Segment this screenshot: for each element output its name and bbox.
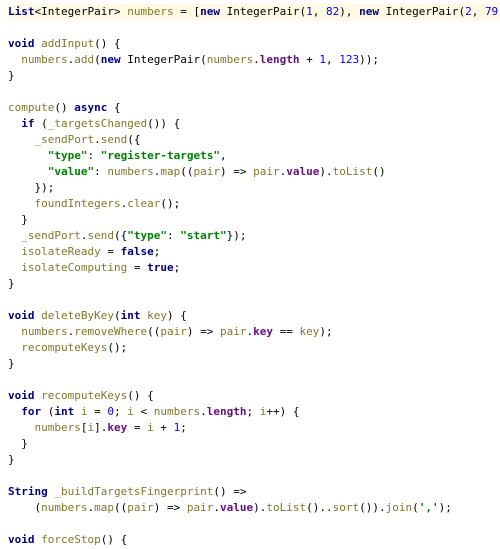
- identifier: i: [81, 405, 88, 418]
- keyword: async: [74, 101, 107, 114]
- identifier: numbers: [41, 501, 87, 514]
- identifier: isolateComputing: [21, 261, 127, 274]
- identifier: i: [147, 421, 154, 434]
- keyword: int: [54, 405, 74, 418]
- number: 2: [465, 5, 472, 18]
- param: pair: [160, 325, 187, 338]
- method: add: [74, 53, 94, 66]
- identifier: _targetsChanged: [48, 117, 147, 130]
- function-name: recomputeKeys: [41, 389, 127, 402]
- property: length: [207, 405, 247, 418]
- identifier: numbers: [35, 421, 81, 434]
- property: value: [220, 501, 253, 514]
- param: pair: [127, 501, 154, 514]
- number: 79: [485, 5, 498, 18]
- method: send: [87, 229, 114, 242]
- type: IntegerPair: [227, 5, 300, 18]
- keyword: String: [8, 485, 48, 498]
- keyword: void: [8, 37, 35, 50]
- type: IntegerPair: [41, 5, 114, 18]
- number: 1: [306, 5, 313, 18]
- identifier: i: [260, 405, 267, 418]
- identifier: numbers: [21, 53, 67, 66]
- keyword: new: [101, 53, 121, 66]
- method: join: [386, 501, 413, 514]
- string: "register-targets": [101, 149, 220, 162]
- keyword: for: [21, 405, 41, 418]
- param: key: [147, 309, 167, 322]
- number: 1: [174, 421, 181, 434]
- property: value: [286, 165, 319, 178]
- number: 0: [107, 405, 114, 418]
- code-editor[interactable]: List<IntegerPair> numbers = [new Integer…: [0, 0, 500, 549]
- method: send: [101, 133, 128, 146]
- identifier: i: [87, 421, 94, 434]
- string: "type": [48, 149, 88, 162]
- property: key: [253, 325, 273, 338]
- keyword: void: [8, 309, 35, 322]
- identifier: i: [127, 405, 134, 418]
- param: key: [299, 325, 319, 338]
- param: pair: [187, 501, 214, 514]
- keyword: new: [200, 5, 220, 18]
- identifier: _sendPort: [21, 229, 81, 242]
- property: key: [107, 421, 127, 434]
- keyword: false: [121, 245, 154, 258]
- string: "value": [48, 165, 94, 178]
- function-name: addInput: [41, 37, 94, 50]
- function-name: deleteByKey: [41, 309, 114, 322]
- keyword: true: [147, 261, 174, 274]
- identifier: _sendPort: [35, 133, 95, 146]
- string: "start": [180, 229, 226, 242]
- method: toList: [266, 501, 306, 514]
- number: 123: [339, 53, 359, 66]
- identifier: numbers: [154, 405, 200, 418]
- method: removeWhere: [74, 325, 147, 338]
- keyword: if: [21, 117, 34, 130]
- number: 82: [326, 5, 339, 18]
- identifier: numbers: [207, 53, 253, 66]
- string: "type": [127, 229, 167, 242]
- identifier: isolateReady: [21, 245, 100, 258]
- function-name: compute: [8, 101, 54, 114]
- function-name: forceStop: [41, 533, 101, 546]
- keyword: int: [121, 309, 141, 322]
- type: IntegerPair: [127, 53, 200, 66]
- param: pair: [220, 325, 247, 338]
- highlighted-line: List<IntegerPair> numbers = [new Integer…: [8, 4, 500, 20]
- method: map: [160, 165, 180, 178]
- method: toList: [333, 165, 373, 178]
- param: pair: [193, 165, 220, 178]
- method: map: [94, 501, 114, 514]
- identifier: foundIntegers: [35, 197, 121, 210]
- keyword: new: [359, 5, 379, 18]
- number: 1: [319, 53, 326, 66]
- method: sort: [333, 501, 360, 514]
- method: clear: [127, 197, 160, 210]
- keyword: void: [8, 533, 35, 546]
- property: length: [260, 53, 300, 66]
- keyword: void: [8, 389, 35, 402]
- identifier: numbers: [127, 5, 173, 18]
- identifier: numbers: [107, 165, 153, 178]
- function-name: _buildTargetsFingerprint: [54, 485, 213, 498]
- identifier: numbers: [21, 325, 67, 338]
- string: ',': [419, 501, 439, 514]
- keyword: List: [8, 5, 35, 18]
- param: pair: [253, 165, 280, 178]
- type: IntegerPair: [386, 5, 459, 18]
- identifier: recomputeKeys: [21, 341, 107, 354]
